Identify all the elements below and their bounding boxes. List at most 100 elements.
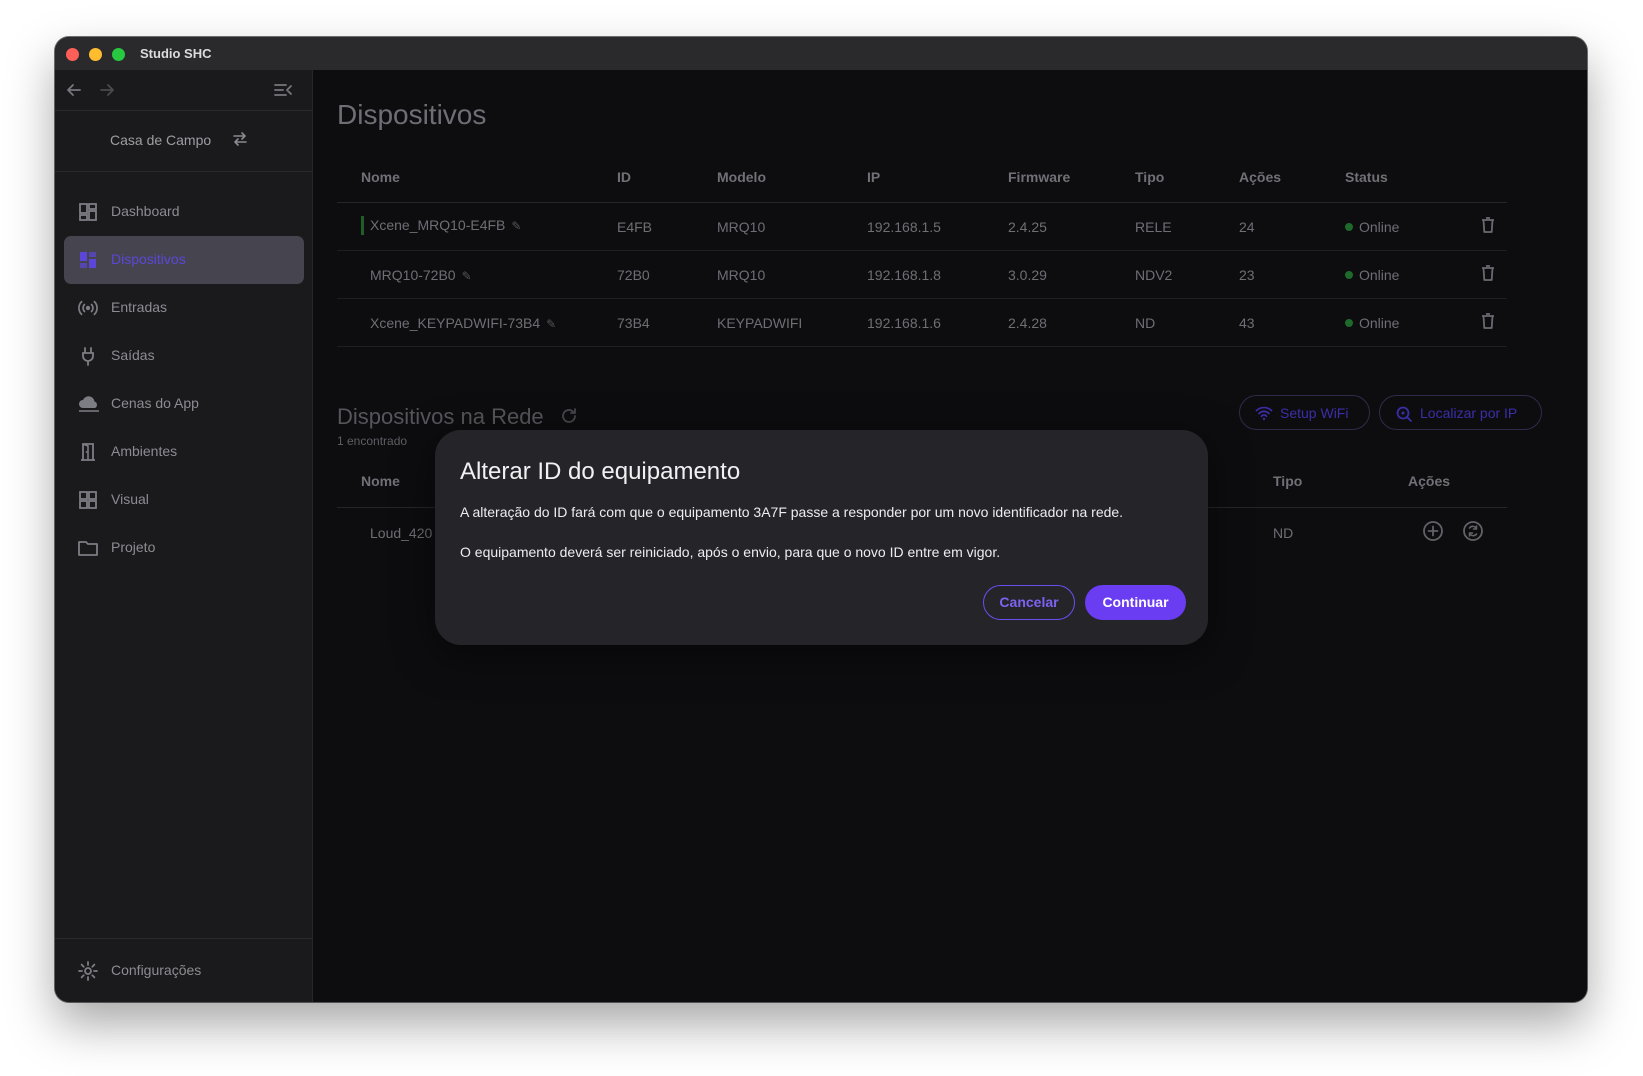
device-status: Online — [1345, 202, 1480, 251]
column-header-delete — [1480, 151, 1507, 203]
column-header-firmware[interactable]: Firmware — [1008, 151, 1135, 203]
online-dot-icon — [1345, 270, 1353, 279]
edit-pencil-icon[interactable]: ✎ — [546, 317, 556, 331]
sidebar-item-projeto[interactable]: Projeto — [64, 524, 304, 572]
network-column-header-acoes[interactable]: Ações — [1408, 473, 1450, 489]
dialog-message: A alteração do ID fará com que o equipam… — [460, 504, 1124, 520]
column-header-ip[interactable]: IP — [867, 151, 1008, 203]
sidebar-item-label: Entradas — [111, 299, 168, 315]
found-count: 1 encontrado — [337, 434, 408, 448]
project-selector[interactable]: Casa de Campo — [55, 110, 312, 172]
forward-arrow-icon[interactable] — [98, 81, 116, 104]
dialog-warning: O equipamento deverá ser reiniciado, apó… — [460, 544, 1001, 560]
sidebar-item-label: Dispositivos — [111, 251, 186, 267]
page-title: Dispositivos — [337, 99, 487, 130]
device-firmware: 3.0.29 — [1008, 250, 1135, 299]
column-header-tipo[interactable]: Tipo — [1135, 151, 1239, 203]
sidebar-item-label: Projeto — [111, 539, 156, 555]
sidebar-footer: Configurações — [55, 938, 312, 1002]
back-arrow-icon[interactable] — [65, 81, 83, 104]
minimize-window-button[interactable] — [89, 48, 102, 61]
device-type: ND — [1135, 298, 1239, 347]
column-header-modelo[interactable]: Modelo — [717, 151, 867, 203]
device-type: RELE — [1135, 202, 1239, 251]
device-ip: 192.168.1.5 — [867, 202, 1008, 251]
online-dot-icon — [1345, 222, 1353, 231]
table-row[interactable]: Xcene_KEYPADWIFI-73B4 ✎ 73B4 KEYPADWIFI 1… — [337, 298, 1507, 347]
status-text: Online — [1359, 218, 1400, 235]
column-header-acoes[interactable]: Ações — [1239, 151, 1345, 203]
sidebar-item-entradas[interactable]: Entradas — [64, 284, 304, 332]
device-id: 72B0 — [617, 250, 717, 299]
edit-pencil-icon[interactable]: ✎ — [511, 219, 521, 233]
device-actions-count: 24 — [1239, 202, 1345, 251]
device-type: NDV2 — [1135, 250, 1239, 299]
table-row[interactable]: MRQ10-72B0 ✎ 72B0 MRQ10 192.168.1.8 3.0.2… — [337, 250, 1507, 299]
device-firmware: 2.4.25 — [1008, 202, 1135, 251]
selected-row-indicator — [361, 216, 364, 235]
continue-button[interactable]: Continuar — [1085, 585, 1186, 620]
device-id: 73B4 — [617, 298, 717, 347]
network-device-type: ND — [1273, 525, 1294, 541]
swap-arrows-icon[interactable] — [231, 130, 249, 153]
network-section-title: Dispositivos na Rede — [337, 404, 544, 429]
broadcast-icon — [77, 297, 99, 319]
maximize-window-button[interactable] — [112, 48, 125, 61]
sidebar-item-cenas-do-app[interactable]: Cenas do App — [64, 380, 304, 428]
title-bar: Studio SHC — [55, 37, 1587, 71]
app-title: Studio SHC — [140, 46, 212, 61]
sidebar-item-configuracoes[interactable]: Configurações — [64, 947, 304, 995]
folder-icon — [77, 537, 99, 559]
dialog-title: Alterar ID do equipamento — [460, 458, 741, 485]
find-by-ip-button[interactable]: Localizar por IP — [1379, 395, 1542, 430]
collapse-menu-icon[interactable] — [273, 81, 293, 104]
device-ip: 192.168.1.8 — [867, 250, 1008, 299]
sync-circle-icon[interactable] — [1462, 520, 1484, 547]
sidebar-item-dashboard[interactable]: Dashboard — [64, 188, 304, 236]
cancel-button[interactable]: Cancelar — [983, 585, 1075, 620]
table-header-row: Nome ID Modelo IP Firmware Tipo Ações St… — [337, 151, 1507, 203]
trash-icon[interactable] — [1480, 312, 1496, 333]
sidebar-item-label: Cenas do App — [111, 395, 199, 411]
trash-icon[interactable] — [1480, 264, 1496, 285]
trash-icon[interactable] — [1480, 216, 1496, 237]
cloud-icon — [77, 393, 99, 415]
sidebar-item-dispositivos[interactable]: Dispositivos — [64, 236, 304, 284]
sidebar: Casa de Campo Dashboard Dispositivos Ent… — [55, 70, 313, 1002]
sidebar-item-label: Saídas — [111, 347, 155, 363]
edit-pencil-icon[interactable]: ✎ — [462, 269, 472, 283]
device-status: Online — [1345, 298, 1480, 347]
sidebar-item-label: Visual — [111, 491, 149, 507]
project-name: Casa de Campo — [110, 132, 212, 148]
close-window-button[interactable] — [66, 48, 79, 61]
device-model: MRQ10 — [717, 202, 867, 251]
network-column-header-nome[interactable]: Nome — [361, 473, 400, 489]
table-row[interactable]: Xcene_MRQ10-E4FB ✎ E4FB MRQ10 192.168.1.5… — [337, 202, 1507, 251]
network-column-header-tipo[interactable]: Tipo — [1273, 473, 1302, 489]
device-model: KEYPADWIFI — [717, 298, 867, 347]
sidebar-toolbar — [55, 70, 312, 111]
status-text: Online — [1359, 314, 1400, 331]
column-header-nome[interactable]: Nome — [337, 151, 617, 203]
refresh-icon[interactable] — [559, 406, 579, 431]
setup-wifi-button[interactable]: Setup WiFi — [1239, 395, 1370, 430]
sidebar-item-visual[interactable]: Visual — [64, 476, 304, 524]
wifi-icon — [1255, 405, 1273, 424]
device-actions-count: 23 — [1239, 250, 1345, 299]
devices-table: Nome ID Modelo IP Firmware Tipo Ações St… — [337, 151, 1507, 347]
sidebar-item-ambientes[interactable]: Ambientes — [64, 428, 304, 476]
add-circle-icon[interactable] — [1422, 520, 1444, 547]
column-header-id[interactable]: ID — [617, 151, 717, 203]
device-name: Xcene_MRQ10-E4FB — [370, 217, 506, 234]
sidebar-item-saidas[interactable]: Saídas — [64, 332, 304, 380]
network-device-name: Loud_420 — [370, 525, 433, 541]
device-status: Online — [1345, 250, 1480, 299]
device-model: MRQ10 — [717, 250, 867, 299]
sidebar-item-label: Ambientes — [111, 443, 178, 459]
device-name: MRQ10-72B0 — [370, 266, 456, 283]
online-dot-icon — [1345, 318, 1353, 327]
setup-wifi-label: Setup WiFi — [1280, 405, 1349, 421]
door-icon — [77, 441, 99, 463]
column-header-status[interactable]: Status — [1345, 151, 1480, 203]
device-id: E4FB — [617, 202, 717, 251]
